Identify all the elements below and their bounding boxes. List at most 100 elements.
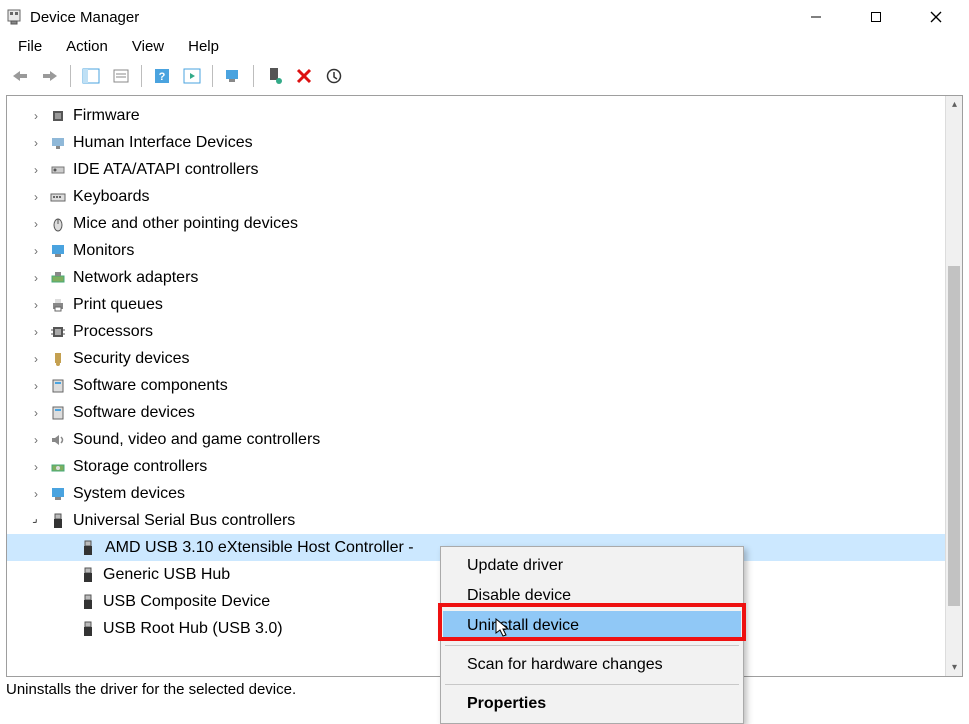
network-icon [49, 269, 67, 287]
sound-icon [49, 431, 67, 449]
tree-item-monitors[interactable]: › Monitors [7, 237, 962, 264]
ctx-disable-device[interactable]: Disable device [443, 581, 741, 611]
tree-label: Software devices [73, 405, 195, 421]
chevron-right-icon[interactable]: › [29, 245, 43, 257]
scroll-up-arrow[interactable]: ▴ [946, 96, 963, 113]
tree-item-system[interactable]: › System devices [7, 480, 962, 507]
component-icon [49, 377, 67, 395]
keyboard-icon [49, 188, 67, 206]
properties-button[interactable] [107, 63, 135, 89]
menu-action[interactable]: Action [56, 36, 118, 57]
ctx-uninstall-device[interactable]: Uninstall device [443, 611, 741, 641]
context-menu: Update driver Disable device Uninstall d… [440, 546, 744, 724]
tree-item-print-queues[interactable]: › Print queues [7, 291, 962, 318]
window-title: Device Manager [30, 9, 139, 26]
mouse-icon [49, 215, 67, 233]
tree-label: Human Interface Devices [73, 135, 253, 151]
ctx-properties[interactable]: Properties [443, 689, 741, 719]
chevron-right-icon[interactable]: › [29, 407, 43, 419]
tree-label: Processors [73, 324, 153, 340]
chevron-right-icon[interactable]: › [29, 461, 43, 473]
window-controls [801, 2, 963, 32]
menu-help[interactable]: Help [178, 36, 229, 57]
tree-item-storage[interactable]: › Storage controllers [7, 453, 962, 480]
ctx-scan-hardware[interactable]: Scan for hardware changes [443, 650, 741, 680]
ide-icon [49, 161, 67, 179]
chevron-right-icon[interactable]: › [29, 326, 43, 338]
tree-item-sound[interactable]: › Sound, video and game controllers [7, 426, 962, 453]
scroll-down-arrow[interactable]: ▾ [946, 659, 963, 676]
maximize-button[interactable] [861, 2, 891, 32]
tree-item-mice[interactable]: › Mice and other pointing devices [7, 210, 962, 237]
chevron-right-icon[interactable]: › [29, 434, 43, 446]
usb-icon [79, 593, 97, 611]
tree-item-firmware[interactable]: › Firmware [7, 102, 962, 129]
chevron-right-icon[interactable]: › [29, 164, 43, 176]
chevron-right-icon[interactable]: › [29, 218, 43, 230]
menu-file[interactable]: File [8, 36, 52, 57]
menu-view[interactable]: View [122, 36, 174, 57]
chevron-right-icon[interactable]: › [29, 353, 43, 365]
ctx-update-driver[interactable]: Update driver [443, 551, 741, 581]
usb-icon [79, 620, 97, 638]
forward-button[interactable] [36, 63, 64, 89]
scan-hardware-button[interactable] [219, 63, 247, 89]
chip-icon [49, 107, 67, 125]
chevron-right-icon[interactable]: › [29, 272, 43, 284]
tree-label: Software components [73, 378, 228, 394]
ctx-separator [445, 684, 739, 685]
chevron-right-icon[interactable]: › [29, 380, 43, 392]
scrollbar-thumb[interactable] [948, 266, 960, 606]
chevron-right-icon[interactable]: › [29, 110, 43, 122]
chevron-right-icon[interactable]: › [29, 137, 43, 149]
security-icon [49, 350, 67, 368]
hid-icon [49, 134, 67, 152]
titlebar: Device Manager [0, 0, 969, 34]
tree-item-software-devices[interactable]: › Software devices [7, 399, 962, 426]
tree-label: Print queues [73, 297, 163, 313]
system-icon [49, 485, 67, 503]
tree-item-ide[interactable]: › IDE ATA/ATAPI controllers [7, 156, 962, 183]
tree-item-hid[interactable]: › Human Interface Devices [7, 129, 962, 156]
usb-icon [79, 539, 97, 557]
action-button[interactable] [178, 63, 206, 89]
vertical-scrollbar[interactable]: ▴ ▾ [945, 96, 962, 676]
update-driver-button[interactable] [260, 63, 288, 89]
tree-label: Firmware [73, 108, 140, 124]
tree-label: AMD USB 3.10 eXtensible Host Controller … [103, 539, 416, 557]
tree-label: Monitors [73, 243, 134, 259]
close-button[interactable] [921, 2, 951, 32]
tree-label: Mice and other pointing devices [73, 216, 298, 232]
tree-label: Universal Serial Bus controllers [73, 513, 295, 529]
component-icon [49, 404, 67, 422]
toolbar-separator [212, 65, 213, 87]
app-icon [6, 9, 22, 25]
tree-label: USB Composite Device [103, 594, 270, 610]
svg-text:?: ? [159, 71, 166, 83]
tree-item-processors[interactable]: › Processors [7, 318, 962, 345]
tree-item-security[interactable]: › Security devices [7, 345, 962, 372]
tree-label: Security devices [73, 351, 190, 367]
minimize-button[interactable] [801, 2, 831, 32]
tree-item-software-components[interactable]: › Software components [7, 372, 962, 399]
tree-item-network[interactable]: › Network adapters [7, 264, 962, 291]
toolbar: ? [0, 59, 969, 91]
tree-item-usb[interactable]: › Universal Serial Bus controllers [7, 507, 962, 534]
help-button[interactable]: ? [148, 63, 176, 89]
disable-button[interactable] [320, 63, 348, 89]
tree-label: Generic USB Hub [103, 567, 230, 583]
ctx-separator [445, 645, 739, 646]
show-hide-tree-button[interactable] [77, 63, 105, 89]
tree-label: Storage controllers [73, 459, 207, 475]
chevron-down-icon[interactable]: › [27, 511, 45, 529]
chevron-right-icon[interactable]: › [29, 488, 43, 500]
printer-icon [49, 296, 67, 314]
back-button[interactable] [6, 63, 34, 89]
uninstall-button[interactable] [290, 63, 318, 89]
monitor-icon [49, 242, 67, 260]
chevron-right-icon[interactable]: › [29, 191, 43, 203]
tree-item-keyboards[interactable]: › Keyboards [7, 183, 962, 210]
tree-label: Network adapters [73, 270, 198, 286]
chevron-right-icon[interactable]: › [29, 299, 43, 311]
tree-label: Keyboards [73, 189, 150, 205]
